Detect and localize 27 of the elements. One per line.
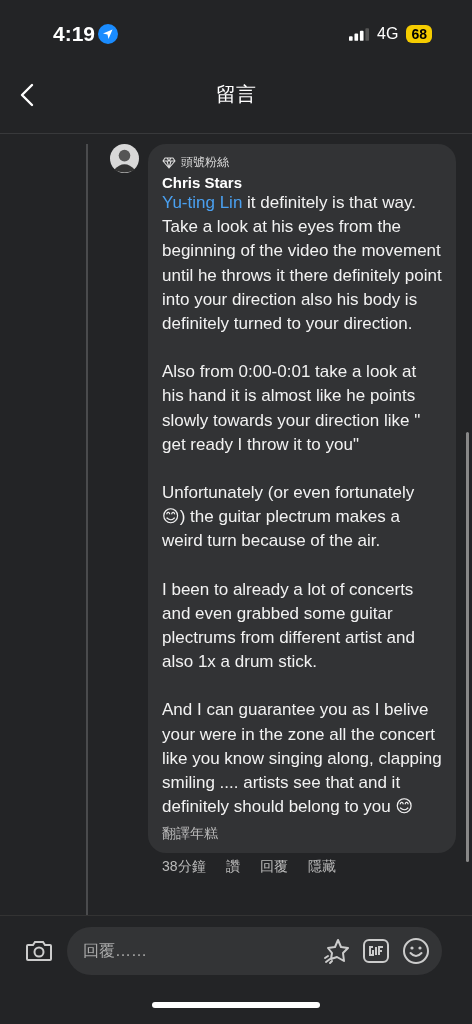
page-title: 留言 bbox=[216, 82, 256, 107]
comment-time: 38分鐘 bbox=[162, 858, 206, 877]
comment-paragraph: And I can guarantee you as I belive your were in the zone all the concert like you know singing along, clapping smiling .... artists see that and it definitely should belong to you 😊 bbox=[162, 699, 442, 819]
diamond-icon bbox=[162, 156, 176, 169]
battery-indicator: 68 bbox=[406, 25, 432, 43]
comment-action[interactable]: 隱藏 bbox=[307, 858, 336, 877]
gif-icon[interactable] bbox=[362, 937, 390, 965]
comment-paragraph: Yu-ting Lin it definitely is that way. Take a look at his eyes from the beginning of the video the movement until he throws it there definitely point into your direction also his body is definitely turned to your direction. bbox=[162, 192, 442, 335]
translate-link[interactable]: 翻譯年糕 bbox=[162, 825, 442, 844]
author-name[interactable]: Chris Stars bbox=[162, 174, 442, 191]
comment-paragraph: I been to already a lot of concerts and even grabbed some guitar plectrums from different artist and also 1x a drum stick. bbox=[162, 578, 416, 674]
comment-paragraph: Also from 0:00-0:01 take a look at his hand it is almost like he points slowly towards your direction like " get ready I throw it to you" bbox=[162, 361, 422, 456]
mention-link[interactable]: Yu-ting Lin bbox=[162, 193, 243, 212]
status-time: 4:19 bbox=[53, 22, 96, 46]
camera-icon[interactable] bbox=[25, 939, 53, 963]
reply-field[interactable]: 回覆…… bbox=[67, 927, 442, 975]
comment-action[interactable]: 讚 bbox=[225, 858, 240, 877]
back-icon[interactable] bbox=[20, 82, 34, 107]
comment-paragraph: Unfortunately (or even fortunately 😊) the guitar plectrum makes a weird turn because of the air. bbox=[162, 482, 416, 553]
comment-action[interactable]: 回覆 bbox=[259, 858, 288, 877]
emoji-icon[interactable] bbox=[402, 937, 430, 965]
avatar-icon[interactable] bbox=[110, 144, 139, 173]
fan-badge-label: 頭號粉絲 bbox=[181, 154, 229, 171]
network-label: 4G bbox=[377, 25, 399, 43]
sparkle-star-icon[interactable] bbox=[322, 937, 350, 965]
signal-icon bbox=[349, 27, 370, 41]
reply-input-field[interactable]: 回覆…… bbox=[81, 941, 310, 961]
